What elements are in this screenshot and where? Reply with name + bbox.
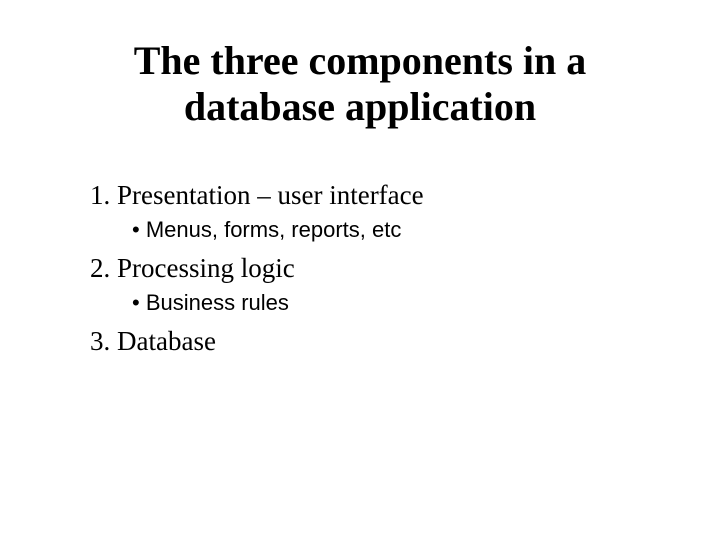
list-subitem-2: Business rules — [132, 290, 630, 316]
list-item-1: 1. Presentation – user interface — [90, 180, 630, 211]
list-subitem-1: Menus, forms, reports, etc — [132, 217, 630, 243]
list-item-2: 2. Processing logic — [90, 253, 630, 284]
list-item-3: 3. Database — [90, 326, 630, 357]
slide-title: The three components in a database appli… — [90, 38, 630, 130]
